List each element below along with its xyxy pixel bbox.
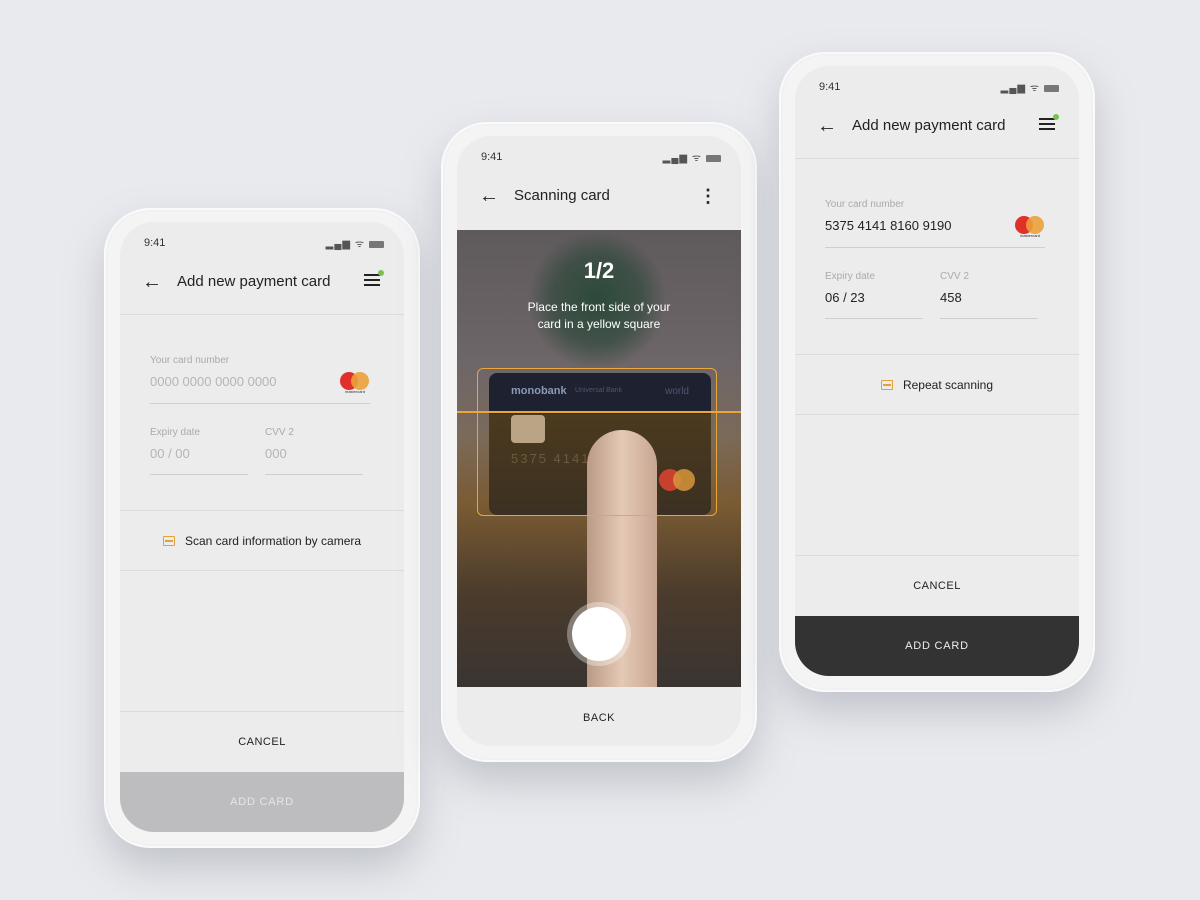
card-number-input[interactable]: 5375 4141 8160 9190 xyxy=(825,218,952,233)
underline xyxy=(940,318,1038,319)
cancel-button[interactable]: CANCEL xyxy=(120,736,404,748)
cvv-label: CVV 2 xyxy=(265,427,294,438)
expiry-label: Expiry date xyxy=(825,271,876,282)
scan-icon xyxy=(162,536,175,546)
mastercard-logo: mastercard xyxy=(1015,216,1045,238)
cvv-input[interactable]: 000 xyxy=(265,446,287,461)
battery-icon xyxy=(1044,84,1059,92)
status-icons: ▂▄▆ ᯤ xyxy=(1001,80,1059,94)
battery-icon xyxy=(369,240,384,248)
repeat-label: Repeat scanning xyxy=(902,378,994,392)
divider xyxy=(795,354,1079,355)
add-card-button-disabled[interactable]: ADD CARD xyxy=(120,772,404,832)
card-number-label: Your card number xyxy=(825,199,905,210)
screen: 9:41 ▂▄▆ ᯤ ← Add new payment card Your c… xyxy=(120,222,404,832)
menu-icon[interactable] xyxy=(1039,114,1059,130)
cvv-input[interactable]: 458 xyxy=(940,290,962,305)
back-arrow-icon[interactable]: ← xyxy=(142,271,162,294)
underline xyxy=(825,318,923,319)
card-number-label: Your card number xyxy=(150,355,230,366)
divider xyxy=(120,570,404,571)
scan-frame xyxy=(477,368,717,516)
phone-empty-form: 9:41 ▂▄▆ ᯤ ← Add new payment card Your c… xyxy=(104,208,420,848)
notification-dot xyxy=(1053,114,1059,120)
back-button[interactable]: BACK xyxy=(457,712,741,724)
screen: 9:41 ▂▄▆ ᯤ ← Add new payment card Your c… xyxy=(795,66,1079,676)
status-time: 9:41 xyxy=(144,237,166,249)
notification-dot xyxy=(378,270,384,276)
mastercard-logo: mastercard xyxy=(340,372,370,394)
page-title: Add new payment card xyxy=(852,117,1006,134)
status-time: 9:41 xyxy=(481,151,503,163)
underline xyxy=(150,403,370,404)
repeat-scanning-button[interactable]: Repeat scanning xyxy=(795,378,1079,392)
divider xyxy=(120,314,404,315)
capture-button[interactable] xyxy=(572,607,626,661)
scan-icon xyxy=(880,380,893,390)
menu-icon[interactable] xyxy=(364,270,384,286)
more-options-icon[interactable]: ⋮ xyxy=(699,186,717,207)
back-arrow-icon[interactable]: ← xyxy=(479,185,499,208)
screen: 9:41 ▂▄▆ ᯤ ← Scanning card ⋮ 1/2 Place t… xyxy=(457,136,741,746)
step-counter: 1/2 xyxy=(583,258,615,283)
cvv-label: CVV 2 xyxy=(940,271,969,282)
camera-view: 1/2 Place the front side of your card in… xyxy=(457,230,741,687)
card-number-input[interactable]: 0000 0000 0000 0000 xyxy=(150,374,277,389)
underline xyxy=(825,247,1045,248)
phone-filled-form: 9:41 ▂▄▆ ᯤ ← Add new payment card Your c… xyxy=(779,52,1095,692)
status-icons: ▂▄▆ ᯤ xyxy=(326,236,384,250)
underline xyxy=(265,474,363,475)
instruction-line-2: card in a yellow square xyxy=(537,317,661,331)
underline xyxy=(150,474,248,475)
scan-card-button[interactable]: Scan card information by camera xyxy=(120,534,404,548)
divider xyxy=(795,555,1079,556)
battery-icon xyxy=(706,154,721,162)
divider xyxy=(795,414,1079,415)
divider xyxy=(120,711,404,712)
status-icons: ▂▄▆ ᯤ xyxy=(663,150,721,164)
phone-scanner: 9:41 ▂▄▆ ᯤ ← Scanning card ⋮ 1/2 Place t… xyxy=(441,122,757,762)
expiry-input[interactable]: 00 / 00 xyxy=(150,446,190,461)
cancel-button[interactable]: CANCEL xyxy=(795,580,1079,592)
page-title: Add new payment card xyxy=(177,273,331,290)
back-arrow-icon[interactable]: ← xyxy=(817,115,837,138)
scan-label: Scan card information by camera xyxy=(184,534,362,548)
divider xyxy=(120,510,404,511)
add-card-button[interactable]: ADD CARD xyxy=(795,616,1079,676)
divider xyxy=(795,158,1079,159)
expiry-input[interactable]: 06 / 23 xyxy=(825,290,865,305)
page-title: Scanning card xyxy=(514,187,610,204)
instruction-line-1: Place the front side of your xyxy=(527,300,671,314)
status-time: 9:41 xyxy=(819,81,841,93)
expiry-label: Expiry date xyxy=(150,427,201,438)
